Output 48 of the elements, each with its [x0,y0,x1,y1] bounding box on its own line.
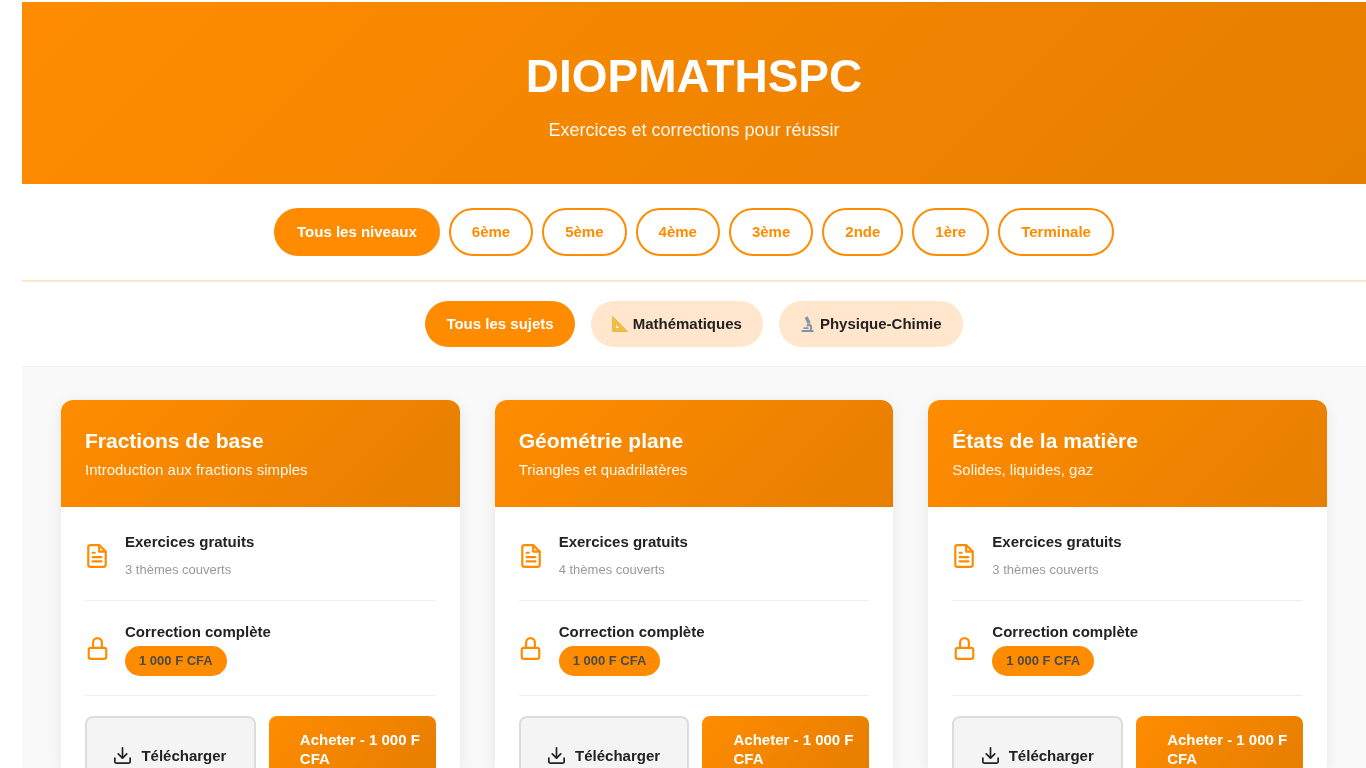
buy-button[interactable]: Acheter - 1 000 F CFA [268,716,436,768]
site-title: DIOPMATHSPC [525,48,863,104]
card-subtitle: Solides, liquides, gaz [952,460,1095,480]
buy-button[interactable]: Acheter - 1 000 F CFA [1136,716,1303,768]
feature-title: Exercices gratuits [125,532,255,552]
price-badge: 1 000 F CFA [992,646,1095,676]
lock-icon [953,637,975,660]
feature-detail: 3 thèmes couverts [125,561,233,579]
download-button[interactable]: Télécharger [85,716,256,768]
level-filter-tab[interactable]: 6ème [448,208,534,256]
feature-title: Correction complète [558,622,705,642]
card-subtitle: Introduction aux fractions simples [85,460,309,480]
feature-title: Exercices gratuits [558,532,688,552]
document-icon [954,543,975,568]
document-icon [520,543,541,568]
card-title: Fractions de base [85,428,265,454]
download-icon [548,747,566,764]
download-button[interactable]: Télécharger [518,716,690,768]
site-tagline: Exercices et corrections pour réussir [548,118,840,141]
level-filter-tab[interactable]: 4ème [635,208,720,256]
document-icon [87,543,107,568]
lock-icon [520,637,542,660]
level-filter-tab[interactable]: 5ème [542,208,627,256]
level-filter-tab[interactable]: 1ère [912,208,990,256]
card-title: États de la matière [952,428,1139,454]
feature-title: Correction complète [992,622,1139,642]
download-icon [981,747,999,764]
feature-title: Exercices gratuits [992,532,1122,552]
buy-button[interactable]: Acheter - 1 000 F CFA [702,716,870,768]
subject-filter-tab[interactable]: Mathématiques [590,301,763,347]
level-filter-tab[interactable]: Tous les niveaux [274,208,440,256]
lock-icon [86,637,108,660]
card-subtitle: Triangles et quadrilatères [518,460,689,480]
feature-title: Correction complète [125,622,271,642]
subject-filter-tab[interactable]: Tous les sujets [425,301,575,347]
price-badge: 1 000 F CFA [558,646,661,676]
subject-filter-tab[interactable]: Physique-Chimie [778,301,963,347]
level-filter-tab[interactable]: 2nde [822,208,904,256]
ruler-icon [611,316,628,332]
level-filter-tab[interactable]: 3ème [728,208,814,256]
download-button[interactable]: Télécharger [952,716,1124,768]
feature-detail: 3 thèmes couverts [992,561,1100,579]
feature-detail: 4 thèmes couverts [558,561,666,579]
download-icon [114,747,132,764]
level-filter-tab[interactable]: Terminale [998,208,1114,256]
price-badge: 1 000 F CFA [125,646,227,676]
microscope-icon [799,316,815,332]
card-title: Géométrie plane [518,428,685,454]
